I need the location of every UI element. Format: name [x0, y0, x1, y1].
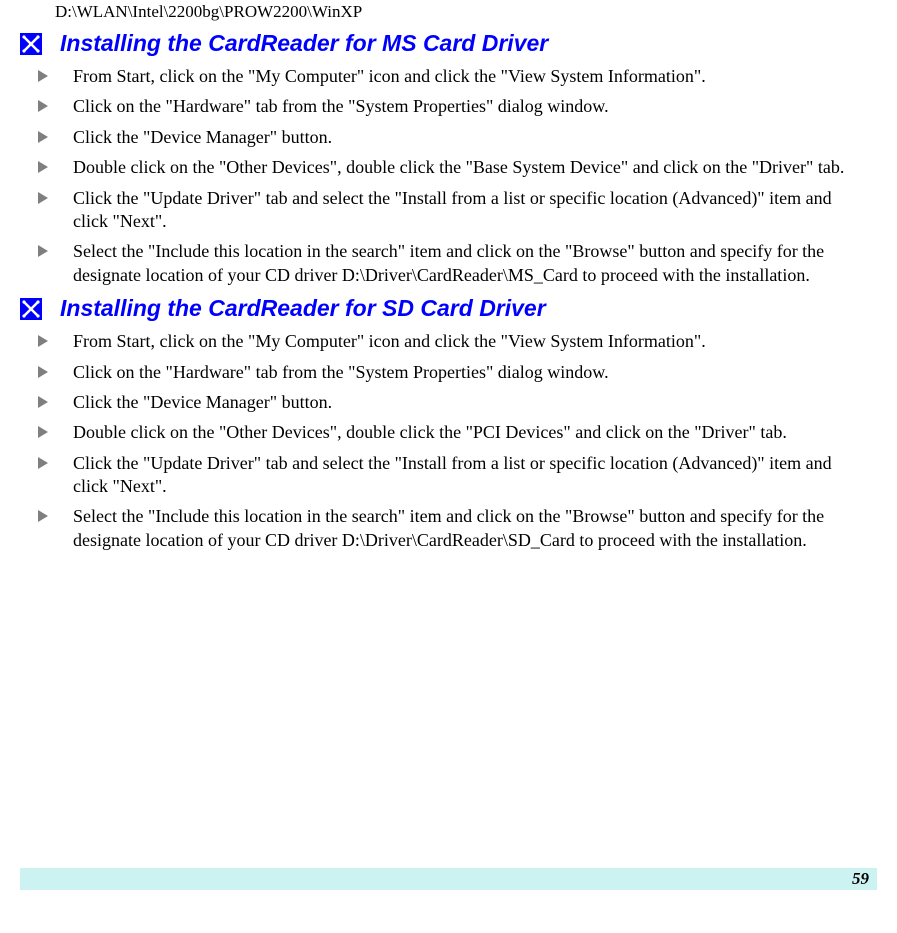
list-item: Click on the "Hardware" tab from the "Sy…	[38, 95, 859, 118]
section1-header: Installing the CardReader for MS Card Dr…	[20, 30, 877, 57]
list-item: Click the "Update Driver" tab and select…	[38, 187, 859, 234]
section-icon	[20, 298, 42, 320]
intro-path-text: D:\WLAN\Intel\2200bg\PROW2200\WinXP	[55, 2, 877, 22]
list-item: From Start, click on the "My Computer" i…	[38, 65, 859, 88]
list-item: Click the "Device Manager" button.	[38, 126, 859, 149]
list-item: Double click on the "Other Devices", dou…	[38, 421, 859, 444]
page-number: 59	[852, 869, 869, 889]
list-item: Select the "Include this location in the…	[38, 505, 859, 552]
list-item: Double click on the "Other Devices", dou…	[38, 156, 859, 179]
section1-title: Installing the CardReader for MS Card Dr…	[60, 30, 548, 57]
section-icon	[20, 33, 42, 55]
list-item: Select the "Include this location in the…	[38, 240, 859, 287]
section1-steps: From Start, click on the "My Computer" i…	[20, 65, 877, 287]
section2-title: Installing the CardReader for SD Card Dr…	[60, 295, 546, 322]
footer-bar: 59	[20, 868, 877, 890]
list-item: Click the "Device Manager" button.	[38, 391, 859, 414]
section2-steps: From Start, click on the "My Computer" i…	[20, 330, 877, 552]
section2-header: Installing the CardReader for SD Card Dr…	[20, 295, 877, 322]
list-item: Click the "Update Driver" tab and select…	[38, 452, 859, 499]
list-item: From Start, click on the "My Computer" i…	[38, 330, 859, 353]
list-item: Click on the "Hardware" tab from the "Sy…	[38, 361, 859, 384]
